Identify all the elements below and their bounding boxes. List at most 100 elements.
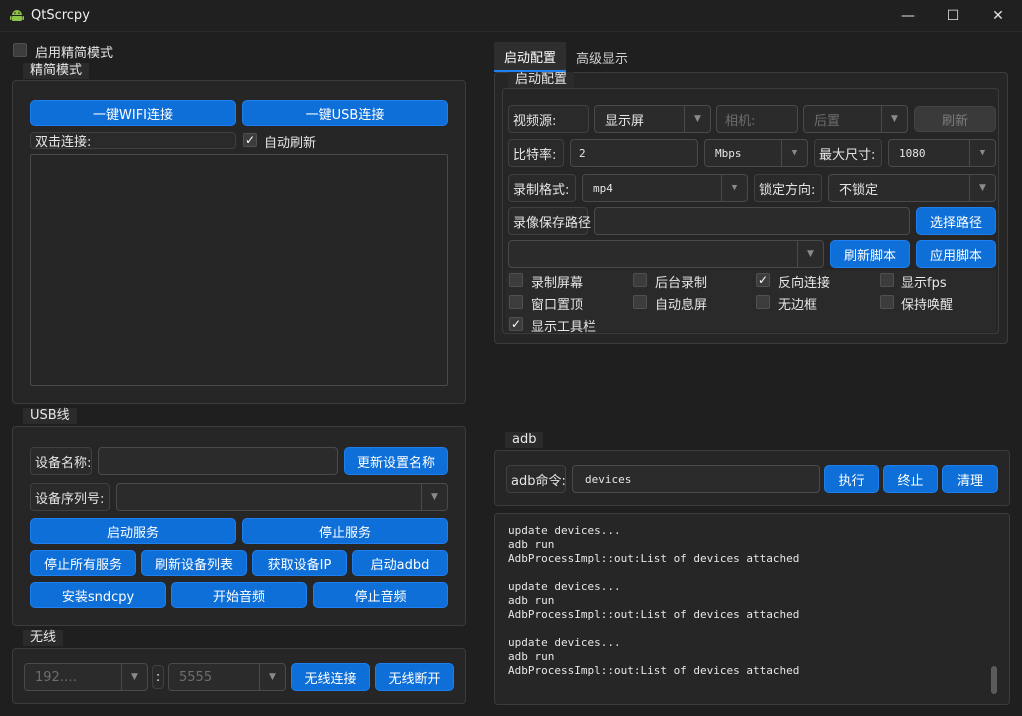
log-line: adb run [508, 650, 555, 663]
script-select[interactable]: ▼ [508, 240, 824, 268]
log-line: adb run [508, 594, 555, 607]
video-source-value: 显示屏 [605, 113, 645, 129]
start-adbd-button[interactable]: 启动adbd [352, 550, 448, 576]
chevron-down-icon: ▼ [969, 140, 995, 166]
frameless-label: 无边框 [778, 298, 818, 313]
usb-connect-button[interactable]: 一键USB连接 [242, 100, 448, 126]
stop-service-button[interactable]: 停止服务 [242, 518, 448, 544]
tab-start-config[interactable]: 启动配置 [494, 42, 566, 72]
start-config-group-title: 启动配置 [508, 72, 575, 88]
video-source-label: 视频源: [508, 105, 589, 133]
refresh-devices-button[interactable]: 刷新设备列表 [141, 550, 247, 576]
chevron-down-icon: ▼ [684, 106, 710, 132]
window-title: QtScrcpy [31, 8, 90, 23]
port-value: 5555 [179, 669, 213, 685]
record-screen-checkbox[interactable] [509, 273, 523, 287]
record-path-label: 录像保存路径 [508, 207, 591, 235]
background-record-checkbox[interactable] [633, 273, 647, 287]
bitrate-input[interactable]: 2 [570, 139, 698, 167]
record-path-input[interactable] [594, 207, 910, 235]
record-format-select[interactable]: mp4 ▼ [582, 174, 748, 202]
serial-label: 设备序列号: [30, 483, 110, 511]
wireless-disconnect-button[interactable]: 无线断开 [375, 663, 454, 691]
log-line: update devices... [508, 636, 621, 649]
window-on-top-checkbox[interactable] [509, 295, 523, 309]
chevron-down-icon: ▼ [421, 484, 447, 510]
maximize-button[interactable]: ☐ [930, 0, 976, 32]
stop-all-services-button[interactable]: 停止所有服务 [30, 550, 136, 576]
apply-script-button[interactable]: 应用脚本 [916, 240, 996, 268]
wireless-group-title: 无线 [23, 630, 64, 646]
minimize-button[interactable]: — [885, 0, 931, 32]
start-audio-button[interactable]: 开始音频 [171, 582, 307, 608]
window-on-top-label: 窗口置顶 [531, 298, 584, 313]
reverse-connect-label: 反向连接 [778, 276, 831, 291]
chevron-down-icon: ▼ [969, 175, 995, 201]
clear-button[interactable]: 清理 [942, 465, 998, 493]
bitrate-label: 比特率: [508, 139, 564, 167]
start-service-button[interactable]: 启动服务 [30, 518, 236, 544]
device-name-input[interactable] [98, 447, 338, 475]
double-click-label: 双击连接: [30, 132, 236, 150]
choose-path-button[interactable]: 选择路径 [916, 207, 996, 235]
log-output[interactable]: update devices... adb run AdbProcessImpl… [494, 513, 1010, 705]
port-select[interactable]: 5555 ▼ [168, 663, 286, 691]
chevron-down-icon: ▼ [721, 175, 747, 201]
adb-command-input[interactable]: devices [572, 465, 820, 493]
chevron-down-icon: ▼ [259, 664, 285, 690]
close-icon: ✕ [992, 8, 1004, 24]
wifi-connect-button[interactable]: 一键WIFI连接 [30, 100, 236, 126]
reverse-connect-checkbox[interactable]: ✓ [756, 273, 770, 287]
background-record-label: 后台录制 [655, 276, 708, 291]
log-scrollbar[interactable] [991, 666, 997, 694]
update-device-name-button[interactable]: 更新设置名称 [344, 447, 448, 475]
adb-group-title: adb [505, 432, 544, 448]
record-format-label: 录制格式: [508, 174, 576, 202]
refresh-camera-button[interactable]: 刷新 [914, 106, 996, 132]
lock-orientation-label: 锁定方向: [754, 174, 822, 202]
lock-orientation-value: 不锁定 [839, 182, 879, 198]
tab-advanced-display[interactable]: 高级显示 [566, 42, 638, 72]
ip-select[interactable]: 192.… ▼ [24, 663, 148, 691]
chevron-down-icon: ▼ [781, 140, 807, 166]
close-button[interactable]: ✕ [975, 0, 1021, 32]
auto-screen-off-checkbox[interactable] [633, 295, 647, 309]
show-fps-checkbox[interactable] [880, 273, 894, 287]
show-toolbar-checkbox[interactable]: ✓ [509, 317, 523, 331]
max-size-value: 1080 [899, 146, 926, 160]
android-app-icon [10, 10, 24, 21]
install-sndcpy-button[interactable]: 安装sndcpy [30, 582, 166, 608]
chevron-down-icon: ▼ [121, 664, 147, 690]
serial-select[interactable]: ▼ [116, 483, 448, 511]
record-format-value: mp4 [593, 181, 613, 195]
frameless-checkbox[interactable] [756, 295, 770, 309]
maximize-icon: ☐ [946, 8, 960, 24]
ip-value: 192.… [35, 669, 77, 685]
refresh-script-button[interactable]: 刷新脚本 [830, 240, 910, 268]
log-line: update devices... [508, 580, 621, 593]
device-name-label: 设备名称: [30, 447, 92, 475]
terminate-button[interactable]: 终止 [883, 465, 938, 493]
log-line: adb run [508, 538, 555, 551]
auto-refresh-checkbox[interactable]: ✓ [243, 133, 257, 147]
camera-position-select[interactable]: 后置 ▼ [803, 105, 908, 133]
log-line: update devices... [508, 524, 621, 537]
simple-mode-label: 启用精简模式 [35, 46, 114, 61]
wireless-connect-button[interactable]: 无线连接 [291, 663, 370, 691]
device-list[interactable] [30, 154, 448, 386]
video-source-select[interactable]: 显示屏 ▼ [594, 105, 711, 133]
stay-awake-checkbox[interactable] [880, 295, 894, 309]
bitrate-unit-select[interactable]: Mbps ▼ [704, 139, 808, 167]
lock-orientation-select[interactable]: 不锁定 ▼ [828, 174, 996, 202]
max-size-select[interactable]: 1080 ▼ [888, 139, 996, 167]
stop-audio-button[interactable]: 停止音频 [313, 582, 448, 608]
simple-mode-group-title: 精简模式 [23, 63, 90, 79]
chevron-down-icon: ▼ [797, 241, 823, 267]
simple-mode-checkbox[interactable] [13, 43, 27, 57]
execute-button[interactable]: 执行 [824, 465, 879, 493]
bitrate-unit-value: Mbps [715, 146, 742, 160]
get-device-ip-button[interactable]: 获取设备IP [252, 550, 347, 576]
title-bar: QtScrcpy — ☐ ✕ [0, 0, 1022, 32]
